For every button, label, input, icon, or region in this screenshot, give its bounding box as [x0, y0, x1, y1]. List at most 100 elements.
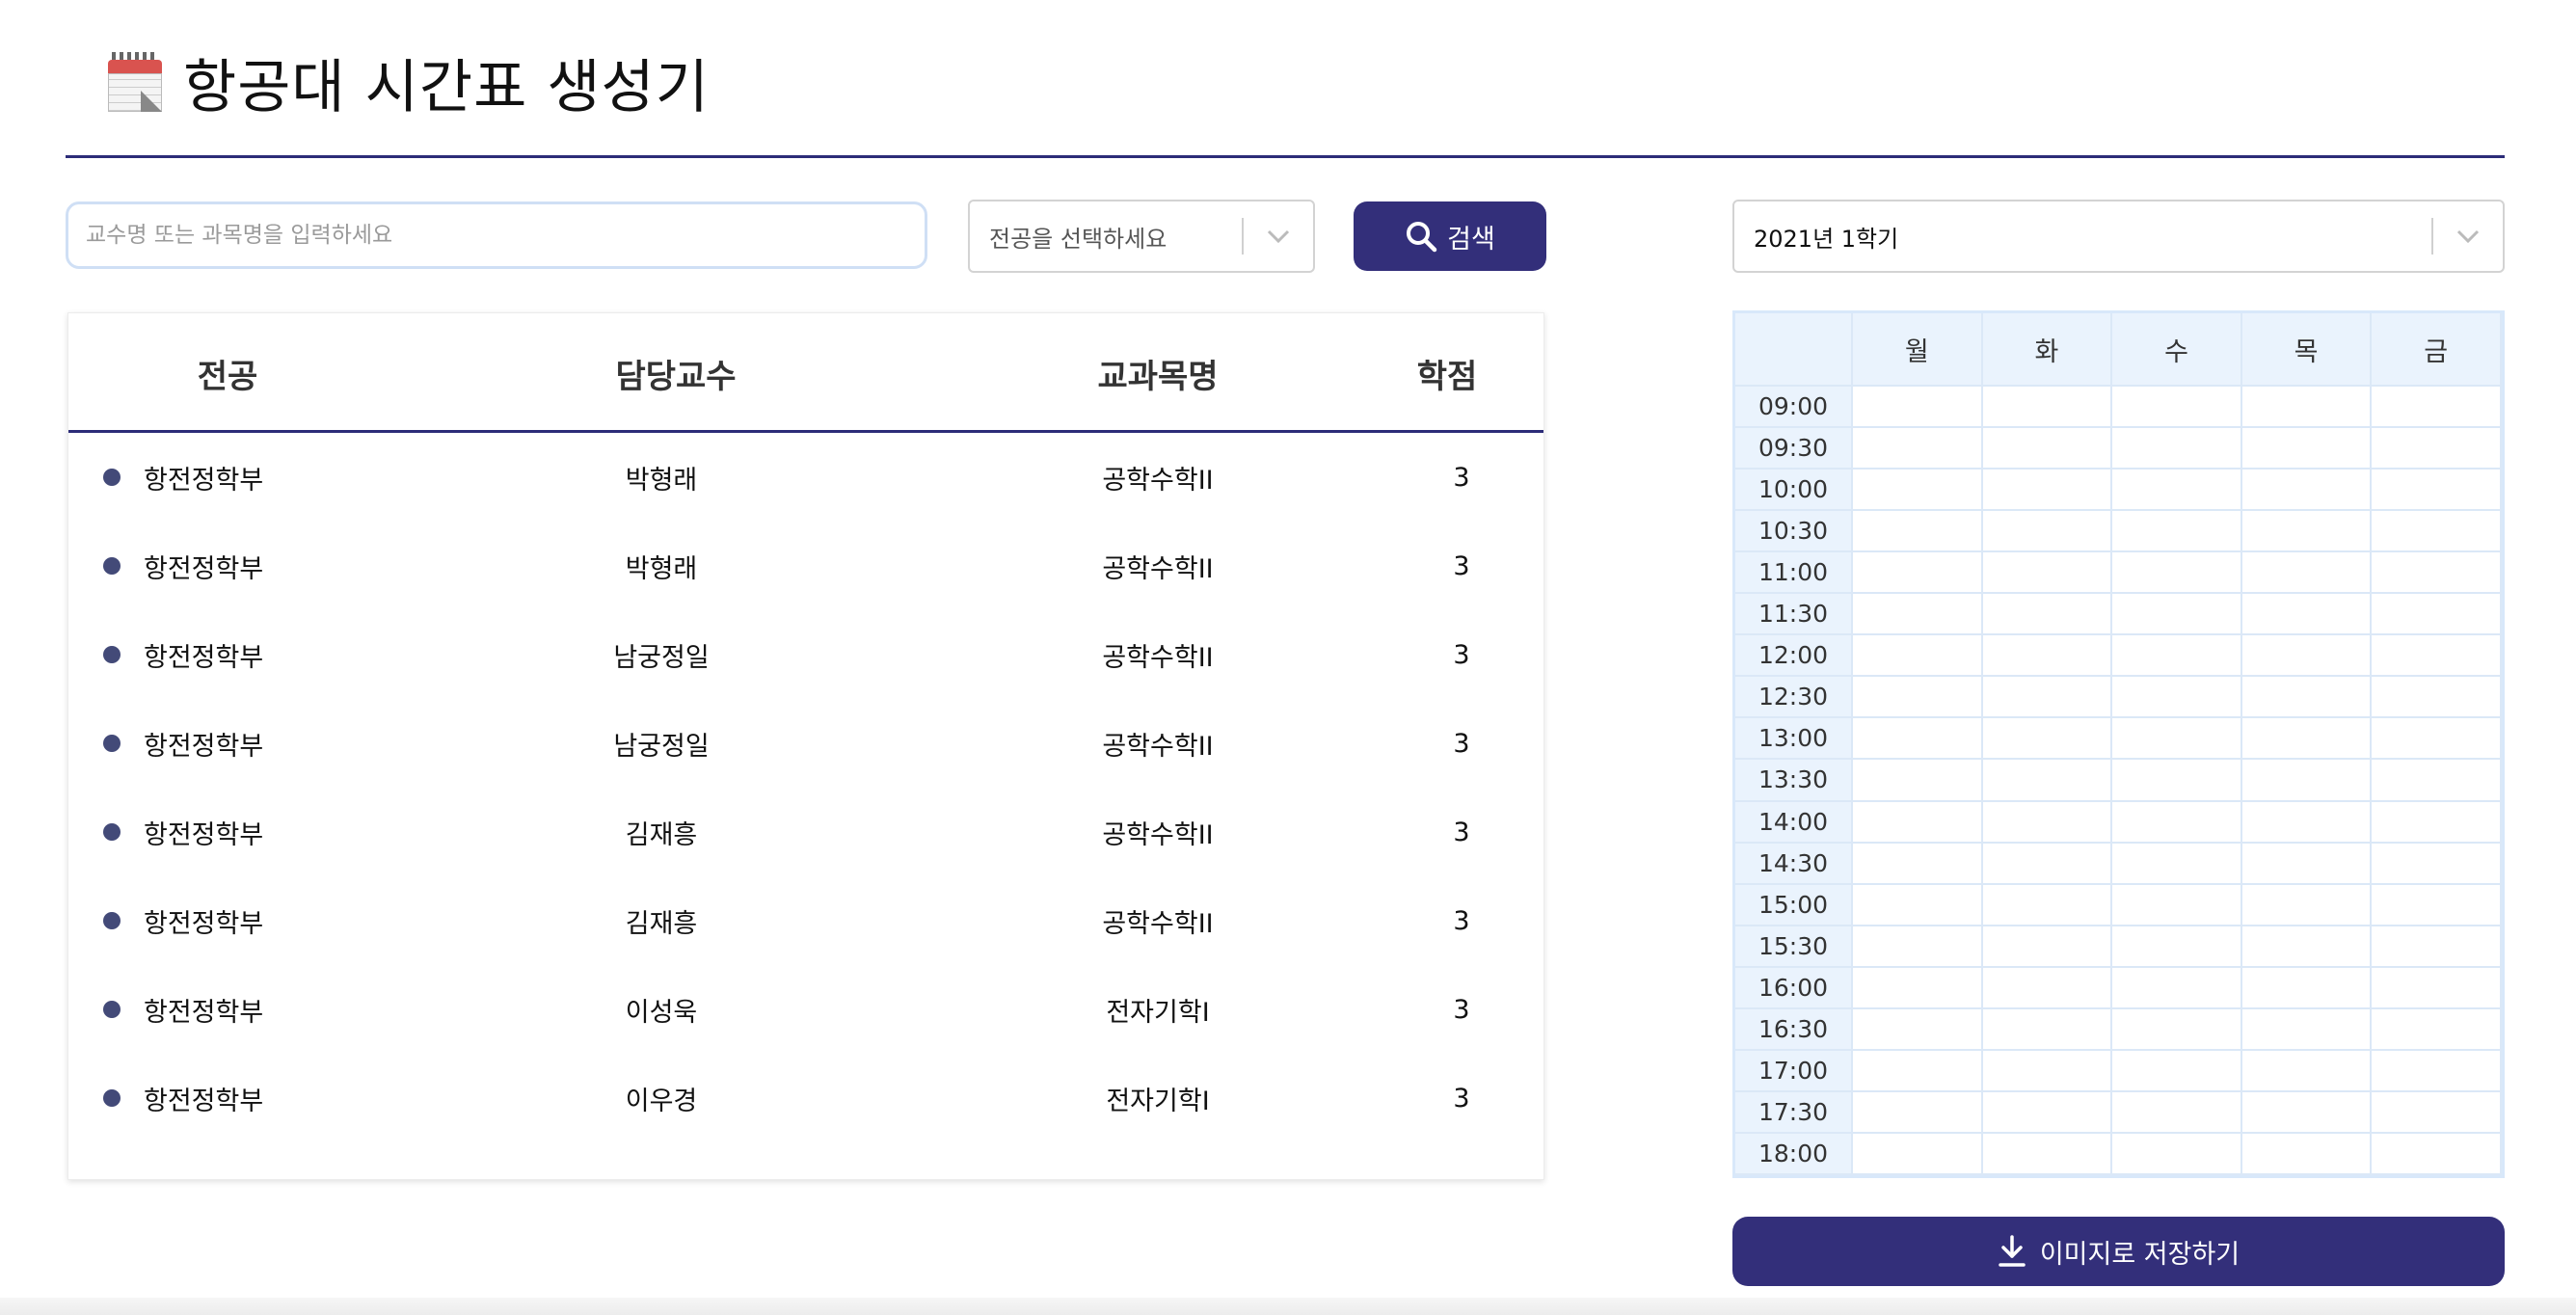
timetable-slot[interactable]	[2241, 470, 2373, 512]
timetable-slot[interactable]	[1982, 1008, 2113, 1051]
timetable-slot[interactable]	[2241, 635, 2373, 678]
timetable-slot[interactable]	[1982, 677, 2113, 719]
chevron-down-icon[interactable]	[2433, 201, 2503, 271]
timetable-slot[interactable]	[2372, 1133, 2502, 1175]
table-row[interactable]: 항전정학부 이성욱 전자기학I 3	[68, 965, 1543, 1054]
timetable-slot[interactable]	[1982, 718, 2113, 761]
timetable-slot[interactable]	[1853, 1133, 1983, 1175]
timetable-slot[interactable]	[1853, 470, 1983, 512]
timetable-slot[interactable]	[1853, 718, 1983, 761]
timetable-slot[interactable]	[2241, 387, 2373, 429]
timetable-slot[interactable]	[2241, 801, 2373, 844]
timetable-slot[interactable]	[2372, 801, 2502, 844]
timetable-slot[interactable]	[2241, 718, 2373, 761]
timetable-slot[interactable]	[1853, 428, 1983, 470]
timetable-slot[interactable]	[2241, 1133, 2373, 1175]
timetable-slot[interactable]	[1853, 926, 1983, 968]
semester-select[interactable]: 2021년 1학기	[1732, 200, 2505, 273]
table-row[interactable]: 항전정학부 김재흥 공학수학II 3	[68, 788, 1543, 876]
timetable-slot[interactable]	[2112, 511, 2242, 553]
timetable-slot[interactable]	[2112, 884, 2242, 926]
timetable-slot[interactable]	[1982, 1050, 2113, 1092]
timetable-slot[interactable]	[1853, 511, 1983, 553]
timetable-slot[interactable]	[1982, 967, 2113, 1009]
timetable-slot[interactable]	[1853, 843, 1983, 885]
timetable-slot[interactable]	[2112, 470, 2242, 512]
timetable-slot[interactable]	[1853, 760, 1983, 802]
timetable-slot[interactable]	[2241, 677, 2373, 719]
timetable-slot[interactable]	[2241, 1050, 2373, 1092]
timetable-slot[interactable]	[1853, 387, 1983, 429]
timetable-slot[interactable]	[1982, 511, 2113, 553]
table-row[interactable]: 항전정학부 박형래 공학수학II 3	[68, 522, 1543, 610]
timetable-slot[interactable]	[1853, 801, 1983, 844]
timetable-slot[interactable]	[2112, 387, 2242, 429]
timetable-slot[interactable]	[2372, 843, 2502, 885]
timetable-slot[interactable]	[1853, 594, 1983, 636]
timetable-slot[interactable]	[1982, 552, 2113, 595]
timetable-slot[interactable]	[2372, 428, 2502, 470]
chevron-down-icon[interactable]	[1244, 201, 1313, 271]
search-button[interactable]: 검색	[1354, 201, 1546, 271]
timetable-slot[interactable]	[1853, 1008, 1983, 1051]
timetable-slot[interactable]	[1853, 677, 1983, 719]
timetable-slot[interactable]	[1853, 967, 1983, 1009]
timetable-slot[interactable]	[1853, 635, 1983, 678]
timetable-slot[interactable]	[1982, 843, 2113, 885]
timetable-slot[interactable]	[1982, 760, 2113, 802]
table-row[interactable]: 항전정학부 김재흥 공학수학II 3	[68, 876, 1543, 965]
timetable-slot[interactable]	[2112, 428, 2242, 470]
timetable-slot[interactable]	[1982, 926, 2113, 968]
timetable-slot[interactable]	[2241, 594, 2373, 636]
timetable-slot[interactable]	[2372, 718, 2502, 761]
timetable-slot[interactable]	[2112, 1050, 2242, 1092]
timetable-slot[interactable]	[2372, 884, 2502, 926]
timetable-slot[interactable]	[1982, 635, 2113, 678]
timetable-slot[interactable]	[1982, 884, 2113, 926]
table-row[interactable]: 항전정학부 박형래 공학수학II 3	[68, 433, 1543, 522]
timetable-slot[interactable]	[1982, 1091, 2113, 1134]
table-row[interactable]: 항전정학부 이우경 전자기학I 3	[68, 1054, 1543, 1142]
table-row[interactable]: 항전정학부 남궁정일 공학수학II 3	[68, 610, 1543, 699]
timetable-slot[interactable]	[2112, 843, 2242, 885]
timetable-slot[interactable]	[2112, 967, 2242, 1009]
save-image-button[interactable]: 이미지로 저장하기	[1732, 1217, 2505, 1286]
timetable-slot[interactable]	[1853, 884, 1983, 926]
timetable-slot[interactable]	[2112, 718, 2242, 761]
timetable-slot[interactable]	[2241, 967, 2373, 1009]
timetable-slot[interactable]	[2372, 1050, 2502, 1092]
timetable-slot[interactable]	[2241, 926, 2373, 968]
timetable-slot[interactable]	[1853, 552, 1983, 595]
timetable-slot[interactable]	[2372, 1008, 2502, 1051]
timetable-slot[interactable]	[2241, 884, 2373, 926]
timetable-slot[interactable]	[2372, 677, 2502, 719]
timetable-slot[interactable]	[2372, 926, 2502, 968]
timetable-slot[interactable]	[1982, 594, 2113, 636]
timetable-slot[interactable]	[2241, 1008, 2373, 1051]
search-input[interactable]	[66, 201, 927, 269]
timetable-slot[interactable]	[1982, 470, 2113, 512]
timetable-slot[interactable]	[1982, 1133, 2113, 1175]
timetable-slot[interactable]	[2241, 843, 2373, 885]
timetable-slot[interactable]	[1982, 387, 2113, 429]
timetable-slot[interactable]	[2241, 552, 2373, 595]
timetable-slot[interactable]	[2112, 677, 2242, 719]
timetable-slot[interactable]	[2241, 428, 2373, 470]
timetable-slot[interactable]	[1853, 1091, 1983, 1134]
timetable-slot[interactable]	[2112, 926, 2242, 968]
timetable-slot[interactable]	[2372, 552, 2502, 595]
timetable-slot[interactable]	[2372, 760, 2502, 802]
timetable-slot[interactable]	[2372, 387, 2502, 429]
timetable-slot[interactable]	[2112, 635, 2242, 678]
timetable-slot[interactable]	[1982, 428, 2113, 470]
table-row[interactable]: 항전정학부 남궁정일 공학수학II 3	[68, 699, 1543, 788]
timetable-slot[interactable]	[1982, 801, 2113, 844]
timetable-slot[interactable]	[2112, 760, 2242, 802]
timetable-slot[interactable]	[2372, 511, 2502, 553]
timetable-slot[interactable]	[2112, 552, 2242, 595]
timetable-slot[interactable]	[2372, 470, 2502, 512]
timetable-slot[interactable]	[2241, 1091, 2373, 1134]
timetable-slot[interactable]	[2241, 760, 2373, 802]
timetable-slot[interactable]	[1853, 1050, 1983, 1092]
timetable-slot[interactable]	[2112, 594, 2242, 636]
